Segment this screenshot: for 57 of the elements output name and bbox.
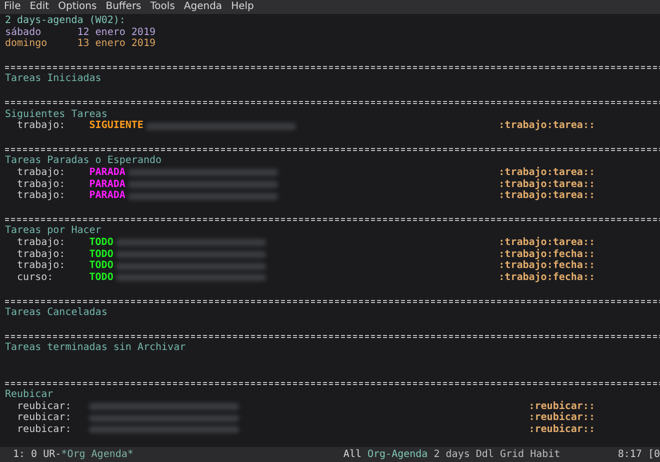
clock: 8:17 [0	[618, 448, 660, 460]
day-name: sábado	[5, 26, 42, 38]
todo-keyword: TODO	[89, 248, 114, 260]
category-label: trabajo:	[16, 166, 66, 179]
tag-list: :reubicar::	[528, 412, 595, 424]
tag-list: :reubicar::	[528, 424, 595, 436]
menu-item[interactable]: Edit	[30, 0, 50, 14]
section-title: Tareas Canceladas	[5, 307, 108, 319]
menu-item[interactable]: Buffers	[106, 0, 142, 14]
major-mode: Org-Agenda	[368, 448, 428, 460]
category-label: trabajo:	[16, 237, 66, 249]
todo-keyword: SIGUIENTE	[89, 120, 144, 132]
category-label: reubicar:	[16, 412, 72, 424]
section-title: Siguientes Tareas	[5, 108, 108, 120]
menu-item[interactable]: File	[4, 0, 21, 14]
day-number: 13	[77, 38, 90, 50]
agenda-header: 2 days-agenda (W02):	[5, 15, 126, 27]
todo-keyword: PARADA	[89, 190, 126, 202]
category-label: trabajo:	[16, 178, 66, 190]
month-year: enero 2019	[95, 38, 156, 50]
tag-list: :trabajo:fecha::	[498, 260, 595, 272]
tag-list: :trabajo:fecha::	[498, 248, 595, 260]
tag-list: :trabajo:tarea::	[498, 237, 595, 249]
menu-item[interactable]: Tools	[150, 0, 175, 14]
section-title: Reubicar	[5, 389, 54, 401]
tag-list: :reubicar::	[528, 400, 595, 412]
day-name: domingo	[5, 38, 48, 50]
scroll-position: All	[343, 448, 362, 460]
buffer-position: 1: 0 UR-	[13, 448, 62, 460]
tag-list: :trabajo:tarea::	[498, 120, 595, 132]
section-title: Tareas terminadas sin Archivar	[5, 342, 186, 354]
todo-keyword: TODO	[89, 260, 114, 272]
category-label: reubicar:	[16, 400, 72, 412]
menu-item[interactable]: Options	[58, 0, 97, 14]
category-label: trabajo:	[16, 248, 66, 260]
category-label: trabajo:	[16, 190, 66, 202]
section-title: Tareas por Hacer	[5, 225, 102, 237]
todo-keyword: PARADA	[89, 178, 126, 190]
todo-keyword: PARADA	[89, 166, 126, 179]
minor-modes: 2 days Ddl Grid Habit	[434, 448, 560, 460]
section-title: Tareas Iniciadas	[5, 73, 102, 86]
menu-item[interactable]: Agenda	[184, 0, 222, 14]
day-number: 12	[77, 26, 90, 38]
tag-list: :trabajo:tarea::	[498, 190, 595, 202]
category-label: trabajo:	[16, 260, 66, 272]
tag-list: :trabajo:fecha::	[498, 272, 595, 284]
category-label: reubicar:	[16, 424, 72, 436]
tag-list: :trabajo:tarea::	[498, 178, 595, 190]
buffer-name: *Org Agenda*	[61, 448, 134, 460]
todo-keyword: TODO	[89, 237, 114, 249]
month-year: enero 2019	[95, 26, 156, 38]
menu-item[interactable]: Help	[231, 0, 254, 14]
todo-keyword: TODO	[89, 272, 114, 284]
section-title: Tareas Paradas o Esperando	[5, 155, 162, 167]
category-label: curso:	[16, 272, 54, 284]
tag-list: :trabajo:tarea::	[498, 166, 595, 179]
category-label: trabajo:	[16, 120, 66, 132]
